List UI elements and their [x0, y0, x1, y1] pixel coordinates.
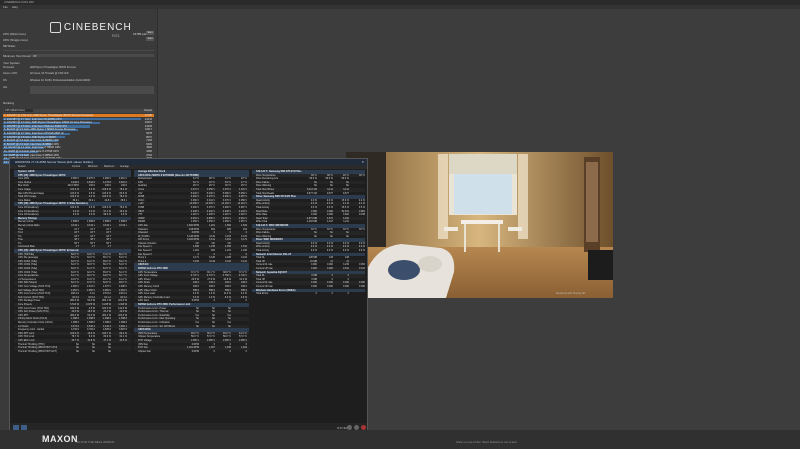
sensor-row[interactable]: Chipset Fan 0 RPM 0 0 0 [134, 350, 249, 354]
start-hint: Click on one of the 'Start' buttons to r… [456, 440, 518, 444]
header-sensor[interactable]: Sensor [18, 165, 26, 168]
sensor-values: 0 0 0 [304, 292, 365, 296]
sensor-column-1: System: ASUS CPU [#0]: AMD Ryzen Threadri… [14, 170, 131, 421]
processor-value: AMD Ryzen Threadripper 3970X 32-Core [30, 66, 76, 69]
sensor-name: Thermal Throttling (PROCHOT EXT) [18, 349, 57, 353]
os-value: Windows 10, 64 Bit, Professional Edition… [30, 79, 91, 82]
cores-label: Cores x GHz [3, 72, 18, 75]
test-label-single: CPU (Single Core) [3, 38, 28, 42]
header-maximum[interactable]: Maximum [104, 165, 114, 168]
header-minimum[interactable]: Minimum [88, 165, 98, 168]
sensor-value: 0 [245, 349, 247, 353]
cinebench-logo-icon [50, 22, 61, 33]
ranking-details-toggle[interactable]: Details [144, 109, 152, 112]
sensor-value: 0 [315, 292, 317, 296]
render-preview [346, 152, 613, 298]
info-label: Info [3, 86, 8, 89]
sensor-value [114, 350, 127, 354]
sensor-value: No [107, 349, 111, 353]
hwinfo-close-icon[interactable]: ✕ [361, 160, 364, 164]
min-duration-select[interactable]: Off [30, 54, 154, 58]
sensor-value: 0 [331, 292, 333, 296]
cinebench-version: R23 [112, 33, 120, 38]
info-field[interactable] [30, 86, 154, 94]
header-average[interactable]: Average [120, 165, 129, 168]
sensor-value: 0 [213, 349, 215, 353]
test-label-ratio: MP Ratio [3, 44, 16, 48]
sensor-value: 0 RPM [191, 349, 199, 353]
ranking-header: CPU (Multi Core) Details [3, 109, 154, 113]
processor-label: Processor [3, 66, 15, 69]
ranking-heading: Ranking [3, 101, 15, 105]
sensor-value [352, 292, 365, 296]
header-current[interactable]: Current [72, 165, 80, 168]
sensor-row[interactable]: Total Errors 0 0 0 [252, 292, 365, 296]
maxon-logo: MAXON [42, 434, 78, 444]
os-label: OS [3, 79, 7, 82]
sensor-value: No [91, 349, 95, 353]
hwinfo-column-header: Sensor Current Minimum Maximum Average [10, 165, 367, 169]
test-points-multi: 16785 pts [133, 32, 147, 36]
test-label-multi: CPU (Multi Core) [3, 32, 26, 36]
start-single-button[interactable]: Start [146, 37, 154, 41]
sensor-value: 0 [229, 349, 231, 353]
hwinfo-title: HWiNFO64 v7.16-4650 Sensor Status [221 v… [15, 160, 93, 164]
sensor-value: No [75, 349, 79, 353]
sensor-column-2: Average Effective Clock ASUS ROG ZENITH I… [134, 170, 249, 421]
hwinfo-window: HWiNFO64 v7.16-4650 Sensor Status [221 v… [9, 158, 368, 434]
sensor-values: 0 RPM 0 0 0 [186, 350, 247, 354]
sensor-values: No No No [66, 350, 127, 354]
cores-value: 32 Cores, 64 Threads @ 3.69 GHz [30, 72, 69, 75]
rendered-room-image [346, 152, 613, 298]
sensor-column-3: S.M.A.R.T.: Samsung SSD 970 EVO Plus Driv… [252, 170, 365, 421]
footer-bar [0, 430, 800, 449]
sensor-name: Total Errors [256, 292, 269, 296]
render-credit: Rendered with Cinema 4D [556, 292, 586, 295]
system-heading: Your System [3, 61, 20, 65]
ranking-selector[interactable]: CPU (Multi Core) [4, 109, 33, 112]
window-title: CINEBENCH R23.200 [4, 0, 34, 4]
sensor-name: Chipset Fan [138, 349, 151, 353]
cinebench-logo-name: CINEBENCH [63, 22, 132, 33]
sensor-row[interactable]: Thermal Throttling (PROCHOT EXT) No No No [14, 350, 131, 354]
sensor-value: 0 [347, 292, 349, 296]
min-duration-value: Off [33, 55, 37, 58]
start-multi-button[interactable]: Start [146, 31, 154, 35]
cinebench-logo: CINEBENCH R23 [50, 22, 132, 38]
divider [3, 50, 154, 51]
maxon-tagline: 3D FOR THE REAL WORLD [76, 440, 115, 444]
